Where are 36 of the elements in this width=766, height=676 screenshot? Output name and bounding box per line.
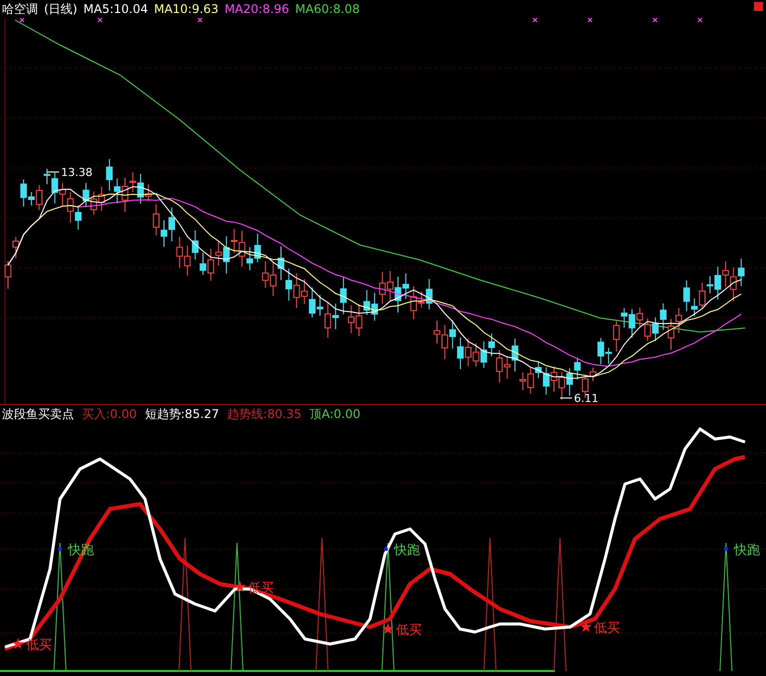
cross-marker-icon bbox=[652, 18, 658, 22]
moving-average-reading: MA10:9.63 bbox=[154, 3, 219, 15]
point-icon bbox=[724, 547, 728, 551]
cross-marker-icon bbox=[198, 18, 202, 22]
signal-label: 低买 bbox=[594, 621, 620, 636]
star-icon bbox=[234, 581, 246, 592]
indicator-reading: 买入:0.00 bbox=[82, 408, 137, 420]
indicator-reading: 趋势线:80.35 bbox=[227, 408, 302, 420]
price-label: 13.38 bbox=[61, 166, 92, 179]
cross-marker-icon bbox=[698, 18, 702, 22]
moving-average-reading: MA20:8.96 bbox=[224, 3, 290, 15]
indicator-reading: 短趋势:85.27 bbox=[144, 408, 220, 420]
cross-marker-icon bbox=[532, 18, 538, 22]
cross-marker-icon bbox=[588, 18, 592, 22]
period-label: (日线) bbox=[44, 3, 78, 15]
signal-label: 低买 bbox=[26, 638, 52, 653]
candlestick bbox=[4, 260, 12, 290]
indicator-title: 波段鱼买卖点 bbox=[2, 408, 74, 420]
point-icon bbox=[384, 547, 388, 551]
signal-label: 低买 bbox=[396, 623, 422, 638]
indicator-reading: 顶A:0.00 bbox=[310, 408, 360, 420]
signal-label: 快跑 bbox=[394, 543, 420, 558]
stock-name: 哈空调 bbox=[2, 3, 38, 15]
star-icon bbox=[580, 621, 592, 632]
moving-average-reading: MA5:10.04 bbox=[83, 3, 148, 15]
star-icon bbox=[12, 638, 24, 649]
star-icon bbox=[382, 623, 394, 634]
cross-marker-icon bbox=[98, 18, 102, 22]
moving-average-reading: MA60:8.08 bbox=[295, 3, 360, 15]
price-label: 6.11 bbox=[574, 392, 598, 404]
point-icon bbox=[58, 547, 62, 551]
signal-label: 快跑 bbox=[734, 543, 760, 558]
signal-label: 低买 bbox=[248, 581, 274, 596]
candlestick bbox=[12, 236, 20, 259]
close-icon[interactable] bbox=[754, 2, 763, 11]
cross-marker-icon bbox=[20, 18, 24, 22]
